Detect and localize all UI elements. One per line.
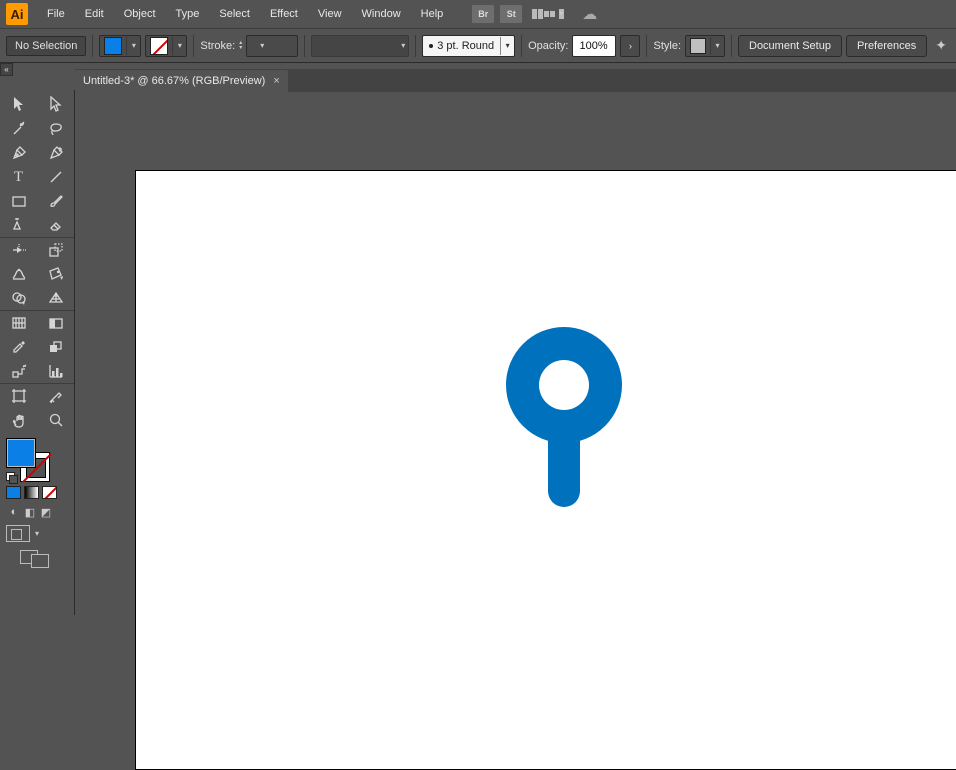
preferences-button[interactable]: Preferences xyxy=(846,35,927,57)
bridge-button[interactable]: Br xyxy=(472,5,494,23)
close-icon[interactable]: × xyxy=(273,75,279,87)
selection-status: No Selection xyxy=(6,36,86,56)
stroke-weight-stepper[interactable]: ▴▾ xyxy=(239,41,242,51)
variable-width-profile-select[interactable]: ▾ xyxy=(311,35,409,57)
curvature-tool[interactable] xyxy=(37,141,74,165)
menu-select[interactable]: Select xyxy=(210,4,259,24)
menu-effect[interactable]: Effect xyxy=(261,4,307,24)
menu-type[interactable]: Type xyxy=(167,4,209,24)
screen-mode-button[interactable]: ▾ xyxy=(6,525,74,542)
app-icon: Ai xyxy=(6,3,28,25)
fill-swatch-dropdown[interactable]: ▾ xyxy=(99,35,141,57)
opacity-label: Opacity: xyxy=(528,40,568,52)
stroke-swatch xyxy=(150,37,168,55)
artboard-tool[interactable] xyxy=(0,384,37,408)
free-transform-tool[interactable] xyxy=(37,262,74,286)
draw-inside-icon[interactable]: ◩ xyxy=(38,505,54,519)
color-mode-solid[interactable] xyxy=(6,486,21,499)
document-tab[interactable]: Untitled-3* @ 66.67% (RGB/Preview) × xyxy=(75,70,288,92)
sync-icon[interactable]: ☁ xyxy=(582,5,597,23)
stroke-weight-select[interactable]: ▾ xyxy=(246,35,298,57)
control-bar: No Selection ▾ ▾ Stroke: ▴▾ ▾ ▾ 3 pt. Ro… xyxy=(0,28,956,63)
line-segment-tool[interactable] xyxy=(37,165,74,189)
fill-swatch xyxy=(104,37,122,55)
scale-tool[interactable] xyxy=(37,238,74,262)
menu-bar: Ai File Edit Object Type Select Effect V… xyxy=(0,0,956,28)
eyedropper-tool[interactable] xyxy=(0,335,37,359)
direct-selection-tool[interactable] xyxy=(37,90,74,117)
tools-panel: T ◐ ◧ xyxy=(0,90,75,615)
chevron-down-icon: ▾ xyxy=(710,37,724,55)
edit-toggle-icon[interactable] xyxy=(20,550,74,568)
symbol-sprayer-tool[interactable] xyxy=(0,359,37,383)
stroke-label: Stroke: xyxy=(200,40,235,52)
chevron-down-icon: ▾ xyxy=(172,37,186,55)
canvas-area[interactable] xyxy=(75,92,956,615)
opacity-value: 100% xyxy=(579,40,607,52)
color-mode-row xyxy=(6,486,74,499)
artwork-shape[interactable] xyxy=(504,325,624,518)
chevron-down-icon: ▾ xyxy=(260,41,264,50)
style-label: Style: xyxy=(653,40,681,52)
column-graph-tool[interactable] xyxy=(37,359,74,383)
menu-view[interactable]: View xyxy=(309,4,351,24)
shaper-tool[interactable] xyxy=(0,213,37,237)
zoom-tool[interactable] xyxy=(37,408,74,432)
shape-builder-tool[interactable] xyxy=(0,286,37,310)
opacity-field[interactable]: 100% xyxy=(572,35,616,57)
pen-tool[interactable] xyxy=(0,141,37,165)
document-tab-title: Untitled-3* @ 66.67% (RGB/Preview) xyxy=(83,75,265,87)
menu-edit[interactable]: Edit xyxy=(76,4,113,24)
color-mode-none[interactable] xyxy=(42,486,57,499)
stock-button[interactable]: St xyxy=(500,5,522,23)
fill-indicator[interactable] xyxy=(6,438,36,468)
opacity-flyout-button[interactable]: › xyxy=(620,35,640,57)
paintbrush-tool[interactable] xyxy=(37,189,74,213)
graphic-style-dropdown[interactable]: ▾ xyxy=(685,35,725,57)
screen-mode-row: ◐ ◧ ◩ xyxy=(6,505,74,519)
magic-wand-tool[interactable] xyxy=(0,117,37,141)
draw-behind-icon[interactable]: ◧ xyxy=(22,505,38,519)
menu-object[interactable]: Object xyxy=(115,4,165,24)
brush-definition-select[interactable]: 3 pt. Round ▾ xyxy=(422,35,515,57)
lasso-tool[interactable] xyxy=(37,117,74,141)
stroke-swatch-dropdown[interactable]: ▾ xyxy=(145,35,187,57)
type-tool[interactable]: T xyxy=(0,165,37,189)
menu-file[interactable]: File xyxy=(38,4,74,24)
menu-help[interactable]: Help xyxy=(412,4,453,24)
screen-mode-icon xyxy=(6,525,30,542)
selection-tool[interactable] xyxy=(0,90,37,117)
perspective-grid-tool[interactable] xyxy=(37,286,74,310)
hand-tool[interactable] xyxy=(0,408,37,432)
chevron-down-icon: ▾ xyxy=(500,37,514,55)
rotate-tool[interactable] xyxy=(0,238,37,262)
chevron-down-icon: ▾ xyxy=(35,529,39,538)
gradient-tool[interactable] xyxy=(37,311,74,335)
style-swatch xyxy=(690,38,706,54)
menu-window[interactable]: Window xyxy=(353,4,410,24)
blend-tool[interactable] xyxy=(37,335,74,359)
arrange-documents-button[interactable]: ▾ xyxy=(532,9,564,19)
width-tool[interactable] xyxy=(0,262,37,286)
brush-label: 3 pt. Round xyxy=(437,40,494,52)
chevron-down-icon: ▾ xyxy=(401,41,405,50)
draw-normal-icon[interactable]: ◐ xyxy=(6,505,22,519)
swap-fill-stroke-icon[interactable] xyxy=(6,472,16,482)
chevron-down-icon: ▾ xyxy=(126,37,140,55)
artboard[interactable] xyxy=(135,170,956,770)
slice-tool[interactable] xyxy=(37,384,74,408)
document-tab-row: Untitled-3* @ 66.67% (RGB/Preview) × xyxy=(75,69,956,92)
mesh-tool[interactable] xyxy=(0,311,37,335)
fill-stroke-indicator[interactable] xyxy=(6,438,50,482)
panel-expand-tab[interactable]: « xyxy=(0,63,13,76)
document-setup-button[interactable]: Document Setup xyxy=(738,35,842,57)
dot-icon xyxy=(429,44,433,48)
align-flyout-icon[interactable]: ✦ xyxy=(935,37,947,54)
rectangle-tool[interactable] xyxy=(0,189,37,213)
eraser-tool[interactable] xyxy=(37,213,74,237)
color-mode-gradient[interactable] xyxy=(24,486,39,499)
